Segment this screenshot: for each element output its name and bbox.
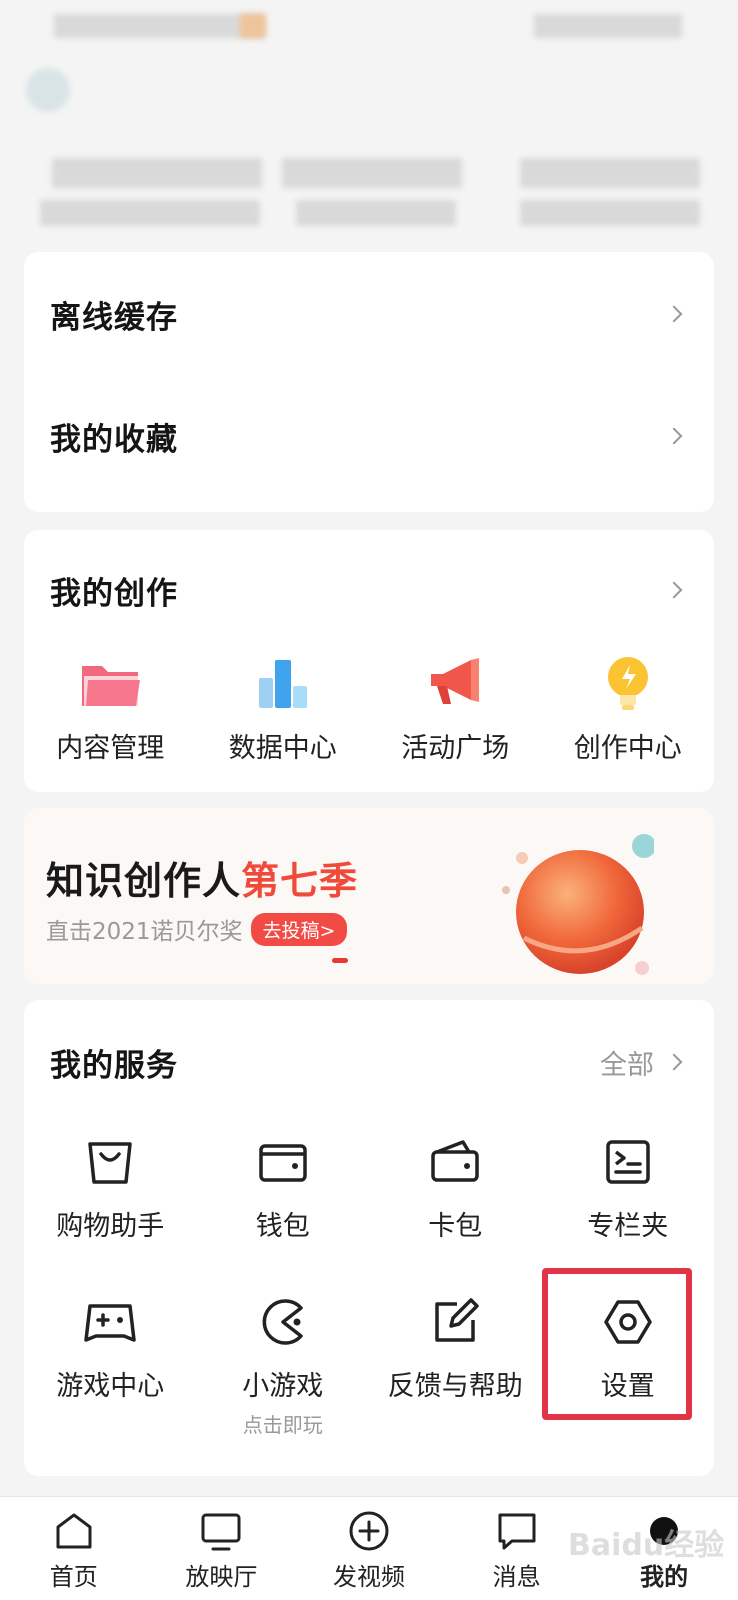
tab-messages-label: 消息 (492, 1563, 541, 1591)
bar-chart-icon (251, 652, 315, 716)
lightbulb-icon (596, 652, 660, 716)
message-icon (498, 1513, 536, 1550)
data-center-label: 数据中心 (228, 733, 337, 764)
mini-games-sublabel: 点击即玩 (242, 1413, 323, 1437)
settings-highlight-box (542, 1268, 692, 1420)
all-services-label: 全部 (600, 1049, 654, 1081)
feedback-help-label: 反馈与帮助 (387, 1371, 523, 1402)
services-title: 我的服务 (50, 1047, 178, 1084)
banner-title: 知识创作人第七季 (46, 850, 358, 905)
offline-cache-row[interactable]: 离线缓存 (24, 254, 714, 374)
card-holder-label: 卡包 (428, 1211, 483, 1242)
activity-plaza-item[interactable]: 活动广场 (369, 652, 542, 765)
chevron-right-icon (665, 305, 683, 323)
game-center-item[interactable]: 游戏中心 (24, 1290, 197, 1438)
wallet-label: 钱包 (255, 1211, 310, 1242)
tv-icon (201, 1513, 241, 1551)
tab-post-video[interactable]: 发视频 (295, 1497, 443, 1600)
content-management-label: 内容管理 (56, 733, 165, 764)
shopping-assistant-item[interactable]: 购物助手 (24, 1130, 197, 1243)
offline-cache-label: 离线缓存 (50, 299, 178, 336)
favorites-row[interactable]: 我的收藏 (24, 376, 714, 496)
wallet-icon (251, 1130, 315, 1194)
folder-icon (78, 652, 142, 716)
chevron-right-icon (665, 1053, 683, 1071)
card-holder-icon (423, 1130, 487, 1194)
gamepad-icon (78, 1290, 142, 1354)
promo-banner[interactable]: 知识创作人第七季 直击2021诺贝尔奖 去投稿> (24, 808, 714, 984)
activity-plaza-label: 活动广场 (401, 733, 510, 764)
tab-home-label: 首页 (49, 1563, 98, 1591)
services-header: 我的服务 全部 (24, 1022, 714, 1102)
banner-title-main: 知识创作人 (46, 859, 242, 903)
mini-games-label: 小游戏 (242, 1371, 324, 1402)
creator-center-item[interactable]: 创作中心 (542, 652, 715, 765)
home-icon (56, 1513, 92, 1549)
pacman-icon (251, 1290, 315, 1354)
watermark-text: Baidu经验 (568, 1528, 725, 1563)
megaphone-icon (423, 652, 487, 716)
wallet-item[interactable]: 钱包 (197, 1130, 370, 1243)
data-center-item[interactable]: 数据中心 (197, 652, 370, 765)
all-services-link[interactable]: 全部 (600, 1043, 683, 1082)
plus-circle-icon (349, 1511, 389, 1551)
feedback-help-item[interactable]: 反馈与帮助 (369, 1290, 542, 1438)
tab-home[interactable]: 首页 (0, 1497, 148, 1600)
shopping-bag-icon (78, 1130, 142, 1194)
tab-theater[interactable]: 放映厅 (148, 1497, 296, 1600)
creation-title: 我的创作 (50, 575, 178, 612)
chevron-right-icon (665, 581, 683, 599)
game-center-label: 游戏中心 (56, 1371, 165, 1402)
mini-games-item[interactable]: 小游戏 点击即玩 (197, 1290, 370, 1438)
planet-illustration (494, 828, 656, 978)
submit-button[interactable]: 去投稿> (250, 912, 348, 946)
chevron-right-icon (665, 427, 683, 445)
tab-post-video-label: 发视频 (332, 1563, 405, 1591)
creation-header[interactable]: 我的创作 (24, 530, 714, 650)
favorites-label: 我的收藏 (50, 421, 178, 458)
column-folder-item[interactable]: 专栏夹 (542, 1130, 715, 1243)
tab-theater-label: 放映厅 (185, 1563, 258, 1591)
shopping-assistant-label: 购物助手 (56, 1211, 165, 1242)
banner-subtitle: 直击2021诺贝尔奖 去投稿> (46, 912, 348, 946)
column-folder-label: 专栏夹 (587, 1211, 669, 1242)
content-management-item[interactable]: 内容管理 (24, 652, 197, 765)
creator-center-label: 创作中心 (573, 733, 682, 764)
creation-card: 我的创作 内容管理 数据中心 活动广场 创作中心 (24, 530, 714, 792)
banner-subtitle-text: 直击2021诺贝尔奖 (46, 919, 243, 945)
list-card: 离线缓存 我的收藏 (24, 252, 714, 512)
blurred-profile-header (0, 0, 738, 250)
edit-icon (423, 1290, 487, 1354)
banner-title-accent: 第七季 (241, 859, 359, 903)
card-holder-item[interactable]: 卡包 (369, 1130, 542, 1243)
carousel-indicator (332, 958, 348, 963)
column-folder-icon (596, 1130, 660, 1194)
